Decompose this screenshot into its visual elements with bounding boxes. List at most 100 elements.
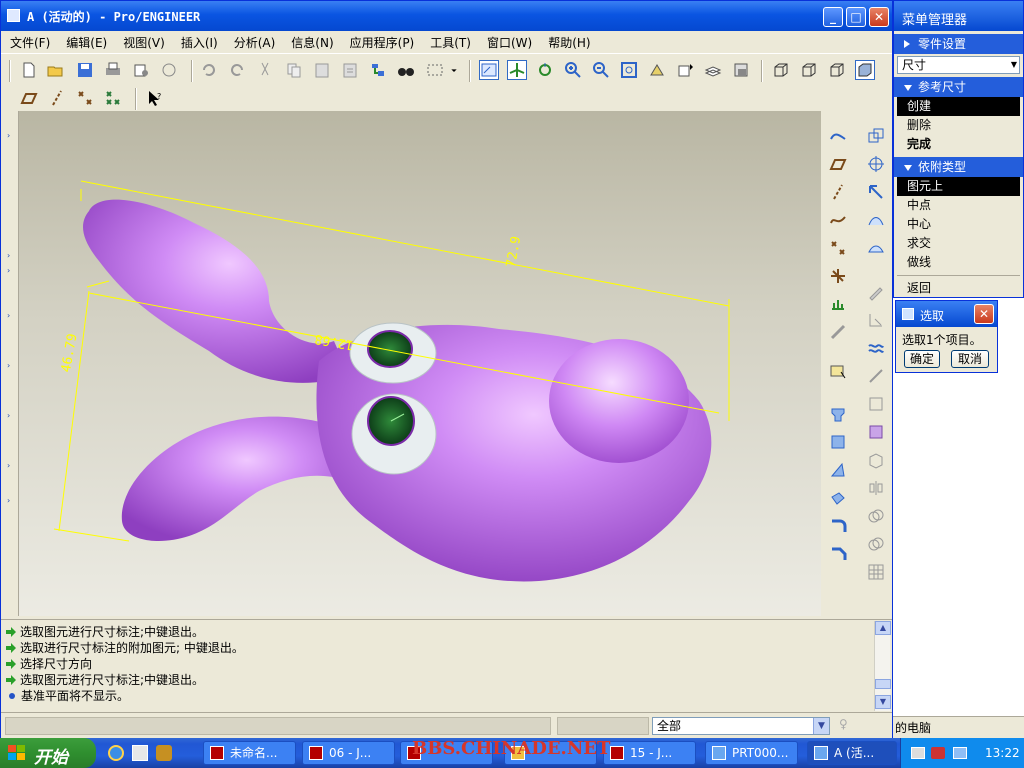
security-icon[interactable] <box>931 747 945 759</box>
datum-point-icon[interactable] <box>75 88 95 108</box>
pattern-tool-icon[interactable] <box>865 449 887 471</box>
taskbar-task[interactable]: PRT000... <box>705 741 798 765</box>
menu-item-create[interactable]: 创建 <box>897 97 1020 116</box>
chain-tool-icon[interactable] <box>827 321 849 343</box>
menu-item-done[interactable]: 完成 <box>897 135 1020 154</box>
message-scrollbar[interactable]: ▲ ▼ <box>874 621 891 711</box>
taskbar-task-active[interactable]: A (活... <box>807 741 897 765</box>
chevron-down-icon[interactable]: ▼ <box>813 718 829 734</box>
scroll-thumb[interactable] <box>875 679 891 689</box>
analysis-feature-icon[interactable] <box>827 293 849 315</box>
save-icon[interactable] <box>75 60 95 80</box>
wireframe-icon[interactable] <box>771 60 791 80</box>
menu-value-select[interactable]: 尺寸 ▼ <box>897 56 1020 74</box>
open-folder-icon[interactable] <box>46 60 66 80</box>
minimize-button[interactable]: _ <box>823 7 843 27</box>
graphics-window[interactable]: 72.9 46.79 12.68 <box>19 111 821 616</box>
offset-tool-icon[interactable] <box>865 365 887 387</box>
send-mail-icon[interactable] <box>131 60 151 80</box>
thicken-tool-icon[interactable] <box>865 393 887 415</box>
clock[interactable]: 13:22 <box>985 746 1020 760</box>
mirror-tool-icon[interactable] <box>865 477 887 499</box>
zoom-in-icon[interactable] <box>563 60 583 80</box>
menu-info[interactable]: 信息(N) <box>282 31 340 51</box>
point-tool-icon[interactable] <box>827 237 849 259</box>
print-icon[interactable] <box>103 60 123 80</box>
menu-item-intersect[interactable]: 求交 <box>897 234 1020 253</box>
plane-tool-icon[interactable] <box>827 153 849 175</box>
note-tool-icon[interactable] <box>827 361 849 383</box>
zoom-out-icon[interactable] <box>591 60 611 80</box>
desktop-shortcut-icon[interactable] <box>132 745 148 761</box>
boundary-blend-icon[interactable] <box>865 237 887 259</box>
copy-icon[interactable] <box>284 60 304 80</box>
taskbar-task[interactable]: 15 - J... <box>603 741 696 765</box>
no-hidden-icon[interactable] <box>827 60 847 80</box>
view-manager-icon[interactable] <box>731 60 751 80</box>
spin-center-icon[interactable] <box>535 60 555 80</box>
csys-tool-icon[interactable] <box>827 265 849 287</box>
menu-item-midpoint[interactable]: 中点 <box>897 196 1020 215</box>
close-button[interactable]: ✕ <box>974 304 994 324</box>
maximize-button[interactable]: □ <box>846 7 866 27</box>
title-bar[interactable]: A (活动的) - Pro/ENGINEER _ □ ✕ <box>1 1 892 31</box>
email-link-icon[interactable] <box>159 60 179 80</box>
sweep-tool-icon[interactable] <box>827 459 849 481</box>
taskbar-task[interactable]: 06 - J... <box>302 741 395 765</box>
paste-special-icon[interactable] <box>340 60 360 80</box>
menu-tools[interactable]: 工具(T) <box>421 31 478 51</box>
menu-edit[interactable]: 编辑(E) <box>57 31 114 51</box>
draft-tool-icon[interactable] <box>865 181 887 203</box>
menu-item-make-line[interactable]: 做线 <box>897 253 1020 272</box>
menu-attach-type[interactable]: 依附类型 <box>894 157 1023 177</box>
sketch-tool-icon[interactable] <box>827 125 849 147</box>
close-button[interactable]: ✕ <box>869 7 889 27</box>
chevron-down-icon[interactable] <box>448 60 460 80</box>
refit-icon[interactable] <box>619 60 639 80</box>
chamfer-tool-icon[interactable] <box>827 543 849 565</box>
quicklaunch-app-icon[interactable] <box>156 745 172 761</box>
curve-tool-icon[interactable] <box>827 209 849 231</box>
shading-icon[interactable] <box>855 60 875 80</box>
solidify-tool-icon[interactable] <box>865 421 887 443</box>
grid-tool-icon[interactable] <box>865 561 887 583</box>
datum-axis-icon[interactable] <box>47 88 67 108</box>
scroll-down-button[interactable]: ▼ <box>875 695 891 709</box>
merge-tool-icon[interactable] <box>865 505 887 527</box>
regenerate-icon[interactable] <box>368 60 388 80</box>
revolve-tool-icon[interactable] <box>827 431 849 453</box>
keyboard-icon[interactable] <box>911 747 925 759</box>
new-file-icon[interactable] <box>19 60 39 80</box>
datum-plane-display-icon[interactable] <box>479 60 499 80</box>
menu-item-delete[interactable]: 删除 <box>897 116 1020 135</box>
menu-view[interactable]: 视图(V) <box>114 31 172 51</box>
menu-reference-dimension[interactable]: 参考尺寸 <box>894 77 1023 97</box>
selection-filter-dropdown[interactable]: 全部 ▼ <box>652 717 830 735</box>
menu-item-center[interactable]: 中心 <box>897 215 1020 234</box>
network-icon[interactable] <box>953 747 967 759</box>
select-dialog-title-bar[interactable]: 选取 ✕ <box>896 301 997 327</box>
undo-icon[interactable] <box>199 60 219 80</box>
menu-file[interactable]: 文件(F) <box>1 31 57 51</box>
part-copy-icon[interactable] <box>865 125 887 147</box>
menu-item-return[interactable]: 返回 <box>897 279 1020 298</box>
selection-box-icon[interactable] <box>425 60 445 80</box>
layers-icon[interactable] <box>703 60 723 80</box>
reorient-icon[interactable] <box>647 60 667 80</box>
coordinate-system-icon[interactable] <box>103 88 123 108</box>
datum-plane-icon[interactable] <box>19 88 39 108</box>
scroll-up-button[interactable]: ▲ <box>875 621 891 635</box>
pencil-edit-icon[interactable] <box>865 281 887 303</box>
menu-part-setup[interactable]: 零件设置 <box>894 34 1023 54</box>
menu-insert[interactable]: 插入(I) <box>172 31 225 51</box>
intersect-tool-icon[interactable] <box>865 533 887 555</box>
round-tool-icon[interactable] <box>827 515 849 537</box>
ie-browser-icon[interactable] <box>108 745 124 761</box>
start-button[interactable]: 开始 <box>0 738 96 768</box>
dimension-height[interactable]: 46.79 <box>59 332 81 373</box>
surface-tool-icon[interactable] <box>865 209 887 231</box>
filter-lock-icon[interactable]: ♀ <box>839 717 853 735</box>
cut-icon[interactable] <box>255 60 275 80</box>
menu-applications[interactable]: 应用程序(P) <box>341 31 422 51</box>
select-arrow-icon[interactable]: ? <box>145 88 165 108</box>
